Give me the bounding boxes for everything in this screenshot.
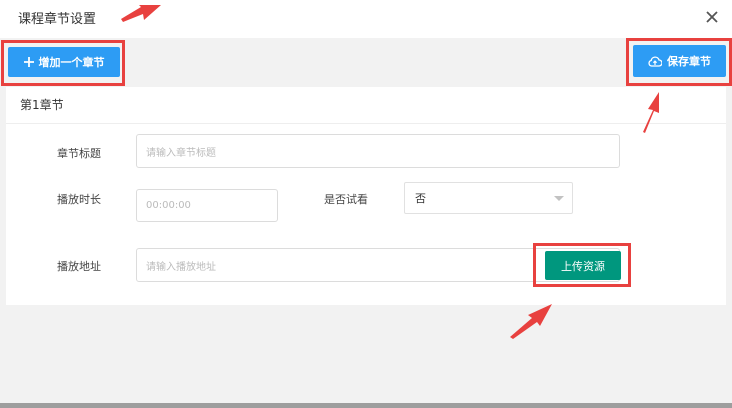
cloud-upload-icon xyxy=(648,55,662,67)
duration-input[interactable]: 00:00:00 xyxy=(136,189,278,222)
url-label: 播放地址 xyxy=(57,260,101,273)
close-icon[interactable] xyxy=(706,11,718,23)
bottom-bar xyxy=(0,403,732,408)
chapter-title-placeholder: 请输入章节标题 xyxy=(146,147,216,159)
upload-resource-button[interactable]: 上传资源 xyxy=(545,251,621,280)
divider xyxy=(6,123,726,124)
chevron-down-icon xyxy=(554,196,564,201)
save-chapter-button[interactable]: 保存章节 xyxy=(633,45,726,77)
arrow-upload xyxy=(510,304,552,339)
upload-resource-label: 上传资源 xyxy=(561,259,605,273)
duration-label: 播放时长 xyxy=(57,193,101,206)
add-chapter-label: 增加一个章节 xyxy=(38,56,105,69)
dialog-titlebar: 课程章节设置 xyxy=(0,0,732,38)
add-chapter-button[interactable]: 增加一个章节 xyxy=(8,47,120,77)
url-placeholder: 请输入播放地址 xyxy=(146,261,216,273)
chapter-title-input[interactable]: 请输入章节标题 xyxy=(136,134,620,168)
chapter-heading: 第1章节 xyxy=(20,98,64,112)
save-chapter-label: 保存章节 xyxy=(667,55,711,68)
trial-select-value: 否 xyxy=(415,192,426,205)
trial-select[interactable]: 否 xyxy=(404,182,573,214)
duration-placeholder: 00:00:00 xyxy=(146,200,191,211)
dialog-title: 课程章节设置 xyxy=(18,12,97,27)
plus-icon xyxy=(23,57,34,67)
chapter-title-label: 章节标题 xyxy=(57,147,101,160)
trial-label: 是否试看 xyxy=(324,193,368,206)
